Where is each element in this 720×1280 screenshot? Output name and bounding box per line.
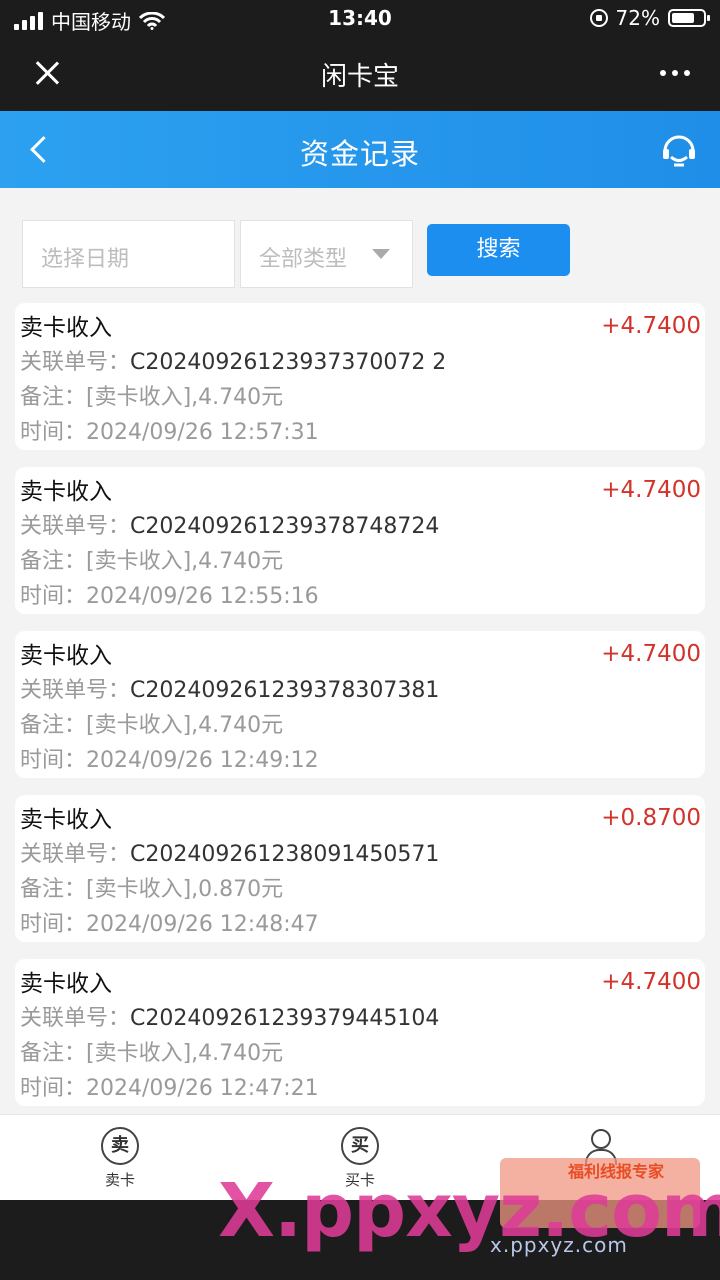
battery-fill bbox=[672, 13, 694, 23]
app-title: 闲卡宝 bbox=[320, 62, 399, 92]
record-remark-row: 备注：[卖卡收入],4.740元 bbox=[20, 544, 705, 579]
order-number: C202409261238091450571 bbox=[130, 842, 440, 867]
order-label: 关联单号： bbox=[20, 678, 131, 703]
remark-label: 备注： bbox=[20, 385, 87, 410]
time-value: 2024/09/26 12:47:21 bbox=[86, 1076, 319, 1101]
record-remark-row: 备注：[卖卡收入],4.740元 bbox=[20, 1036, 705, 1071]
page-header: 资金记录 bbox=[0, 111, 720, 188]
wechat-title-bar: 闲卡宝 bbox=[0, 36, 720, 111]
time-label: 时间： bbox=[20, 912, 87, 937]
record-amount: +4.7400 bbox=[601, 477, 701, 503]
record-time-row: 时间：2024/09/26 12:57:31 bbox=[20, 415, 705, 450]
more-dots-icon[interactable] bbox=[660, 70, 690, 76]
battery-percent: 72% bbox=[615, 6, 660, 30]
record-remark-row: 备注：[卖卡收入],4.740元 bbox=[20, 380, 705, 415]
order-label: 关联单号： bbox=[20, 1006, 131, 1031]
record-card[interactable]: 卖卡收入 +0.8700 关联单号：C202409261238091450571 备注… bbox=[15, 795, 705, 942]
remark-value: [卖卡收入],4.740元 bbox=[86, 1041, 284, 1066]
record-time-row: 时间：2024/09/26 12:47:21 bbox=[20, 1071, 705, 1106]
watermark-text: X.ppxyz.com bbox=[218, 1168, 720, 1254]
watermark-url: x.ppxyz.com bbox=[490, 1233, 628, 1257]
rotation-lock-icon bbox=[589, 9, 608, 27]
record-order-row: 关联单号：C202409261239378748724 bbox=[20, 509, 705, 544]
time-value: 2024/09/26 12:57:31 bbox=[86, 420, 319, 445]
record-card[interactable]: 卖卡收入 +4.7400 关联单号：C202409261239379445104 备注… bbox=[15, 959, 705, 1106]
record-remark-row: 备注：[卖卡收入],4.740元 bbox=[20, 708, 705, 743]
remark-label: 备注： bbox=[20, 713, 87, 738]
remark-label: 备注： bbox=[20, 549, 87, 574]
record-card[interactable]: 卖卡收入 +4.7400 关联单号：C202409261239378307381 备注… bbox=[15, 631, 705, 778]
remark-label: 备注： bbox=[20, 1041, 87, 1066]
type-select-value: 全部类型 bbox=[259, 247, 348, 272]
remark-value: [卖卡收入],4.740元 bbox=[86, 713, 284, 738]
time-label: 时间： bbox=[20, 748, 87, 773]
order-label: 关联单号： bbox=[20, 842, 131, 867]
order-number: C202409261239378748724 bbox=[130, 514, 440, 539]
record-order-row: 关联单号：C202409261238091450571 bbox=[20, 837, 705, 872]
date-picker-field[interactable]: 选择日期 bbox=[22, 220, 235, 288]
record-amount: +4.7400 bbox=[601, 969, 701, 995]
record-list: 卖卡收入 +4.7400 关联单号：C20240926123937370072 2备… bbox=[15, 303, 705, 1123]
sell-card-icon: 卖 bbox=[101, 1127, 139, 1165]
record-order-row: 关联单号：C202409261239379445104 bbox=[20, 1001, 705, 1036]
time-label: 时间： bbox=[20, 584, 87, 609]
record-time-row: 时间：2024/09/26 12:49:12 bbox=[20, 743, 705, 778]
time-value: 2024/09/26 12:48:47 bbox=[86, 912, 319, 937]
status-right: 72% bbox=[589, 6, 710, 30]
battery-icon bbox=[668, 9, 710, 27]
time-label: 时间： bbox=[20, 420, 87, 445]
record-card[interactable]: 卖卡收入 +4.7400 关联单号：C20240926123937370072 2备… bbox=[15, 303, 705, 450]
time-value: 2024/09/26 12:49:12 bbox=[86, 748, 319, 773]
order-number: C202409261239379445104 bbox=[130, 1006, 440, 1031]
status-bar: 中国移动 13:40 72% bbox=[0, 0, 720, 36]
record-order-row: 关联单号：C20240926123937370072 2 bbox=[20, 345, 705, 380]
record-amount: +4.7400 bbox=[601, 641, 701, 667]
time-value: 2024/09/26 12:55:16 bbox=[86, 584, 319, 609]
time-label: 时间： bbox=[20, 1076, 87, 1101]
remark-value: [卖卡收入],4.740元 bbox=[86, 385, 284, 410]
tab-sell-label: 卖卡 bbox=[104, 1171, 135, 1189]
page-title: 资金记录 bbox=[299, 137, 420, 171]
search-button[interactable]: 搜索 bbox=[427, 224, 570, 276]
record-order-row: 关联单号：C202409261239378307381 bbox=[20, 673, 705, 708]
remark-label: 备注： bbox=[20, 877, 87, 902]
record-amount: +4.7400 bbox=[601, 313, 701, 339]
record-time-row: 时间：2024/09/26 12:48:47 bbox=[20, 907, 705, 942]
order-number: C202409261239378307381 bbox=[130, 678, 440, 703]
order-label: 关联单号： bbox=[20, 350, 131, 375]
tab-sell-card[interactable]: 卖 卖卡 bbox=[60, 1127, 180, 1190]
remark-value: [卖卡收入],0.870元 bbox=[86, 877, 284, 902]
caret-down-icon bbox=[372, 249, 390, 259]
remark-value: [卖卡收入],4.740元 bbox=[86, 549, 284, 574]
record-time-row: 时间：2024/09/26 12:55:16 bbox=[20, 579, 705, 614]
record-amount: +0.8700 bbox=[601, 805, 701, 831]
buy-card-icon: 买 bbox=[341, 1127, 379, 1165]
order-label: 关联单号： bbox=[20, 514, 131, 539]
order-number: C20240926123937370072 2 bbox=[130, 350, 447, 375]
customer-service-icon[interactable] bbox=[660, 131, 698, 169]
type-select[interactable]: 全部类型 bbox=[240, 220, 413, 288]
record-card[interactable]: 卖卡收入 +4.7400 关联单号：C202409261239378748724 备注… bbox=[15, 467, 705, 614]
record-remark-row: 备注：[卖卡收入],0.870元 bbox=[20, 872, 705, 907]
